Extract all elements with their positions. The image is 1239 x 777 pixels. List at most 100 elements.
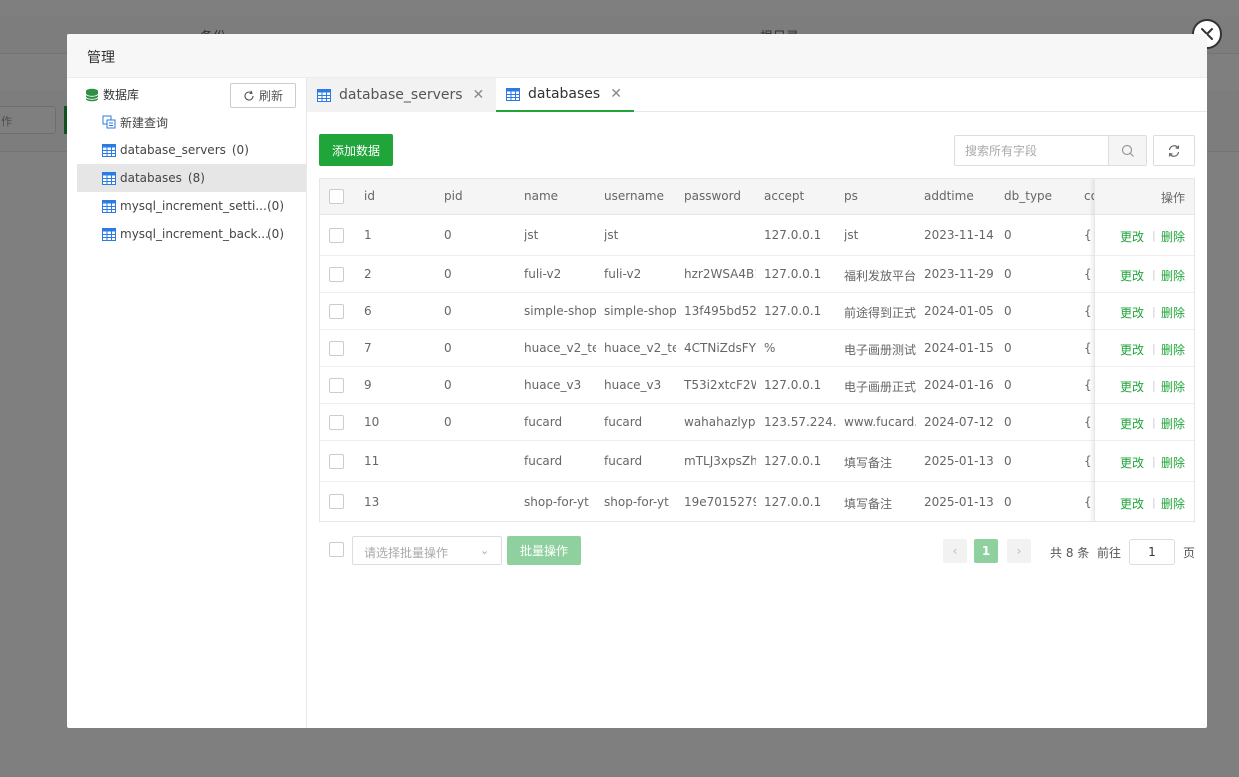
header-id[interactable]: id [364,189,434,203]
header-pid[interactable]: pid [444,189,514,203]
edit-row-button[interactable]: 更改 [1120,304,1144,321]
tab-label: database_servers [339,87,463,103]
select-all-checkbox[interactable] [329,189,344,204]
page-1-button[interactable]: 1 [974,539,998,563]
sidebar-item-new-query[interactable]: 新建查询 [77,108,306,136]
header-accept[interactable]: accept [764,189,836,203]
header-db-type[interactable]: db_type [1004,189,1076,203]
delete-row-button[interactable]: 删除 [1161,454,1185,471]
table-row[interactable]: 9 0 huace_v3 huace_v3 T53i2xtcF2W 127.0.0.1 电子… [320,367,1194,404]
cell-db-type: 0 [1004,378,1012,392]
edit-row-button[interactable]: 更改 [1120,378,1144,395]
delete-row-button[interactable]: 删除 [1161,415,1185,432]
main-panel: database_servers ✕ databases ✕ 添加数据 搜索所有… [307,78,1207,728]
edit-row-button[interactable]: 更改 [1120,341,1144,358]
cell-id: 2 [364,267,372,281]
delete-row-button[interactable]: 删除 [1161,378,1185,395]
sync-icon [1168,144,1180,157]
table-row[interactable]: 6 0 simple-shop simple-shop 13f495bd52 127.0.… [320,293,1194,330]
add-data-button[interactable]: 添加数据 [319,134,393,166]
reload-table-button[interactable] [1153,135,1195,166]
edit-row-button[interactable]: 更改 [1120,454,1144,471]
tree-root-database[interactable]: 数据库 [85,86,139,103]
row-checkbox[interactable] [329,378,344,393]
footer-select-all-checkbox[interactable] [329,542,344,557]
cell-co: {} [1084,267,1092,281]
row-checkbox[interactable] [329,415,344,430]
table-row[interactable]: 11 fucard fucard mTLJ3xpsZh 127.0.0.1 填写备注 202… [320,441,1194,482]
cell-accept: 127.0.0.1 [764,304,822,318]
row-checkbox[interactable] [329,454,344,469]
sidebar-item-count: (8) [187,171,205,185]
header-name[interactable]: name [524,189,596,203]
cell-addtime: 2023-11-14 [924,228,994,242]
sidebar-item-database-servers[interactable]: database_servers (0) [77,136,306,164]
batch-action-select[interactable]: 请选择批量操作 ⌄ [352,536,502,565]
tab-database-servers[interactable]: database_servers ✕ [307,78,496,112]
prev-page-button[interactable]: ‹ [943,539,967,563]
header-addtime[interactable]: addtime [924,189,996,203]
tab-close-icon[interactable]: ✕ [610,86,622,102]
sidebar-item-mysql-increment-settings[interactable]: mysql_increment_setti... (0) [77,192,306,220]
table-row[interactable]: 7 0 huace_v2_te huace_v2_te 4CTNiZdsFY% 电子画册测… [320,330,1194,367]
delete-row-button[interactable]: 删除 [1161,341,1185,358]
row-checkbox[interactable] [329,341,344,356]
delete-row-button[interactable]: 删除 [1161,304,1185,321]
batch-action-button[interactable]: 批量操作 [507,536,581,565]
cell-addtime: 2024-01-05 [924,304,994,318]
cell-ps: 福利发放平台 [844,269,916,283]
row-checkbox[interactable] [329,228,344,243]
search-button[interactable] [1108,136,1146,165]
edit-row-button[interactable]: 更改 [1120,495,1144,512]
cell-password: mTLJ3xpsZh [684,454,756,468]
page-unit-label: 页 [1183,546,1196,560]
tab-label: databases [528,86,601,102]
table-row[interactable]: 10 0 fucard fucard wahahazlyp 123.57.224.2 www… [320,404,1194,441]
edit-row-button[interactable]: 更改 [1120,228,1144,245]
cell-pid: 0 [444,304,452,318]
next-page-button[interactable]: › [1007,539,1031,563]
cell-accept: 127.0.0.1 [764,228,822,242]
cell-username: jst [604,228,619,242]
row-checkbox[interactable] [329,267,344,282]
tab-close-icon[interactable]: ✕ [473,87,485,103]
table-row[interactable]: 1 0 jst jst 127.0.0.1 jst 2023-11-14 0 {} 更改 | 删除 [320,215,1194,256]
sidebar-item-mysql-increment-backup[interactable]: mysql_increment_back... (0) [77,220,306,248]
cell-ps: www.fucard. [844,415,916,429]
table-icon [506,87,520,101]
sidebar-item-count: (0) [267,227,284,241]
sidebar-item-databases[interactable]: databases (8) [77,164,306,192]
header-co[interactable]: co [1084,189,1094,203]
delete-row-button[interactable]: 删除 [1161,495,1185,512]
row-checkbox[interactable] [329,304,344,319]
table-row[interactable]: 13 shop-for-yt shop-for-yt 19e7015279 127.0.… [320,482,1194,521]
edit-row-button[interactable]: 更改 [1120,415,1144,432]
cell-pid: 0 [444,415,452,429]
refresh-button[interactable]: 刷新 [230,83,296,108]
header-username[interactable]: username [604,189,676,203]
cell-password: 4CTNiZdsFY [684,341,756,355]
search-input[interactable] [955,136,1108,165]
table-icon [102,143,116,157]
delete-row-button[interactable]: 删除 [1161,228,1185,245]
action-separator: | [1152,268,1156,281]
action-separator: | [1152,455,1156,468]
cell-db-type: 0 [1004,304,1012,318]
cell-accept: 127.0.0.1 [764,495,822,509]
header-ps[interactable]: ps [844,189,916,203]
edit-row-button[interactable]: 更改 [1120,267,1144,284]
cell-password: T53i2xtcF2W [684,378,756,392]
action-separator: | [1152,305,1156,318]
tab-databases[interactable]: databases ✕ [496,78,634,112]
sidebar-item-label: databases [120,171,182,185]
cell-pid: 0 [444,228,452,242]
delete-row-button[interactable]: 删除 [1161,267,1185,284]
cell-addtime: 2025-01-13 [924,495,994,509]
table-row[interactable]: 2 0 fuli-v2 fuli-v2 hzr2WSA4B1 127.0.0.1 福利发放平… [320,256,1194,293]
header-password[interactable]: password [684,189,756,203]
cell-accept: 123.57.224.2 [764,415,836,429]
cell-co: {} [1084,454,1092,468]
tree-root-label: 数据库 [103,88,140,102]
goto-page-input[interactable] [1129,539,1175,565]
row-checkbox[interactable] [329,494,344,509]
